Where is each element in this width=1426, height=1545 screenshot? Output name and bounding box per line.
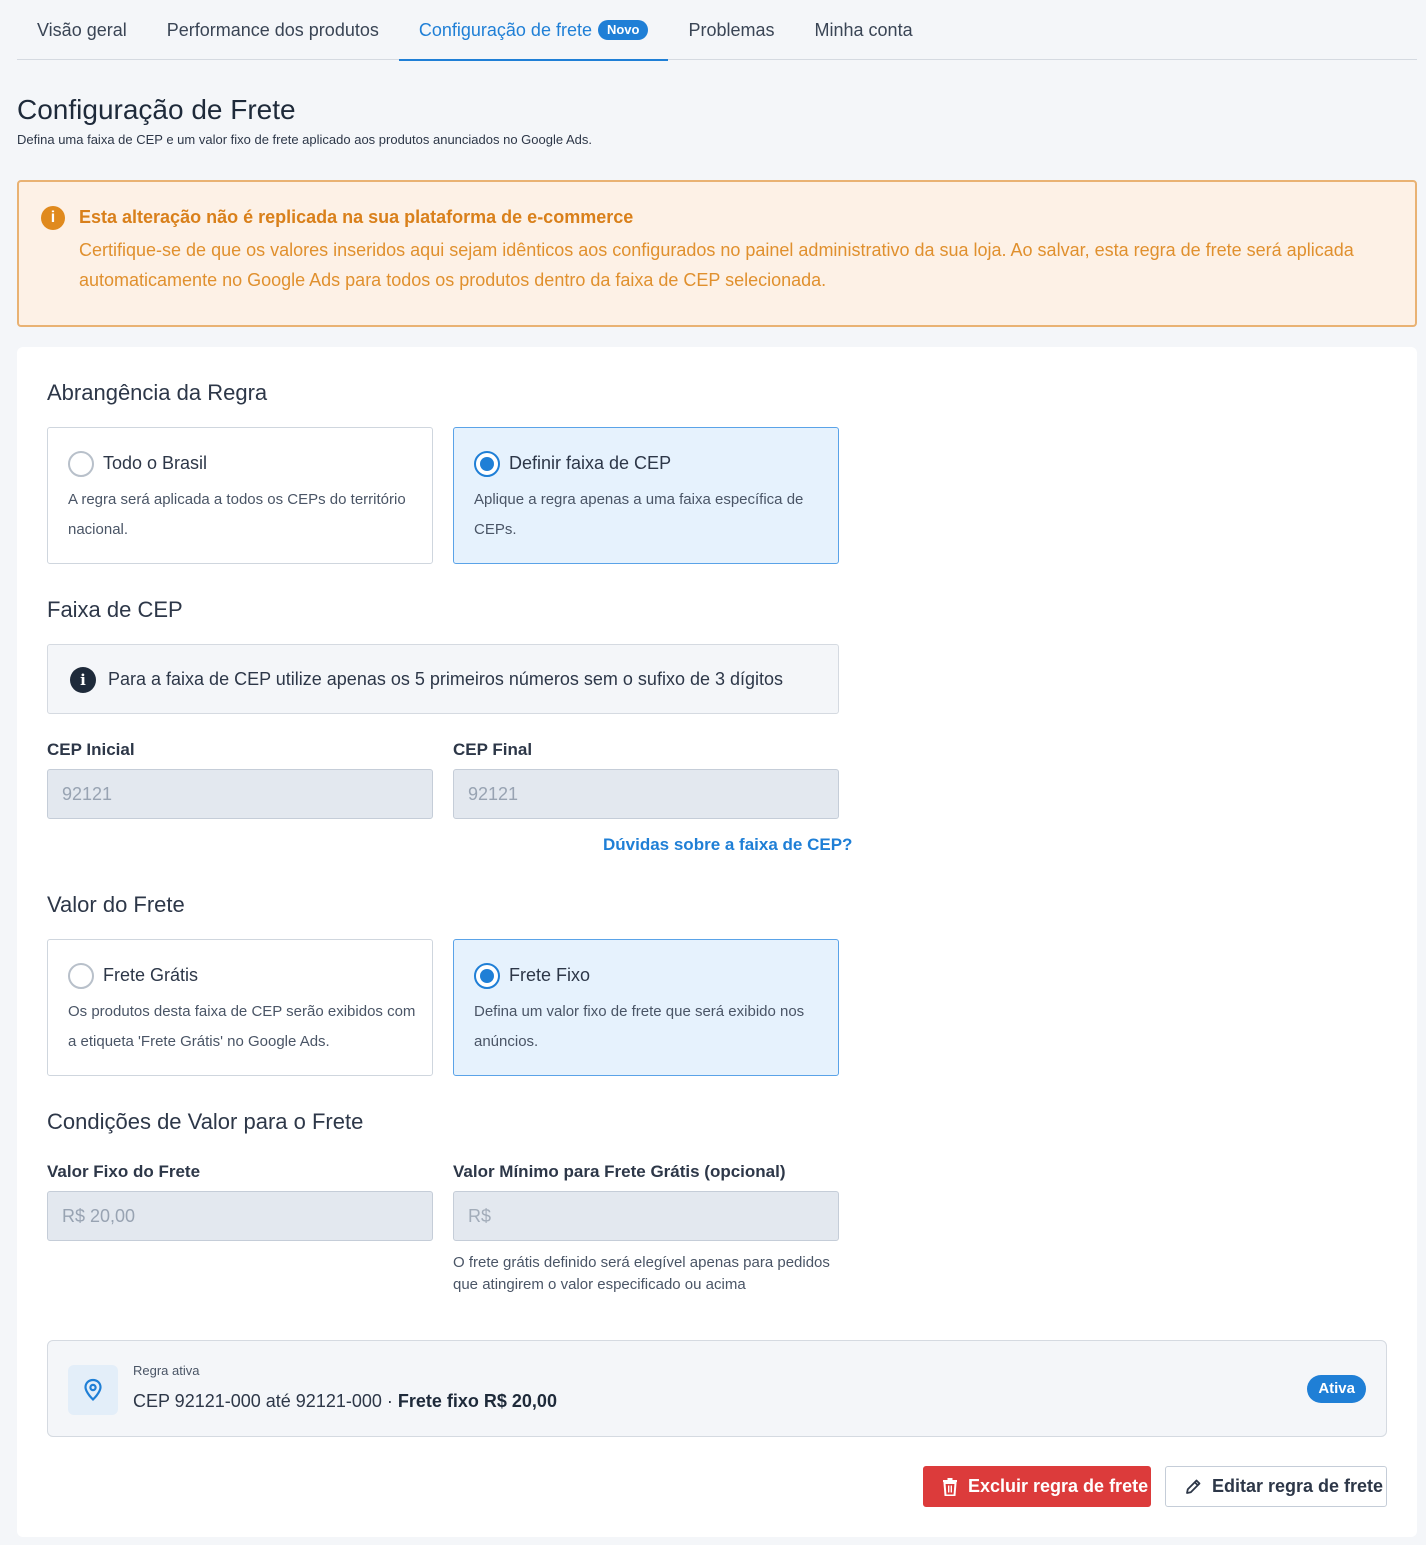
option-label: Todo o Brasil [103, 453, 208, 473]
tab-my-account[interactable]: Minha conta [795, 0, 933, 60]
fixed-value-input[interactable] [47, 1191, 433, 1241]
tab-problems[interactable]: Problemas [668, 0, 794, 60]
tab-label: Performance dos produtos [166, 19, 379, 40]
min-value-label: Valor Mínimo para Frete Grátis (opcional… [453, 1162, 786, 1181]
tab-overview[interactable]: Visão geral [17, 0, 147, 60]
cep-end-input[interactable] [453, 769, 839, 819]
min-value-helper: O frete grátis definido será elegível ap… [453, 1254, 830, 1293]
active-rule-range: CEP 92121-000 até 92121-000 · [133, 1391, 398, 1411]
freight-option-fixed[interactable]: Frete Fixo Defina um valor fixo de frete… [453, 939, 839, 1076]
scope-section-title: Abrangência da Regra [47, 380, 268, 405]
tab-label: Problemas [688, 19, 775, 40]
info-icon: i [70, 667, 96, 693]
shipping-rule-card: Abrangência da Regra Todo o Brasil A reg… [17, 347, 1417, 1537]
cep-info-box: i Para a faixa de CEP utilize apenas os … [47, 644, 839, 714]
delete-rule-button[interactable]: Excluir regra de frete [923, 1466, 1151, 1507]
tab-label: Minha conta [814, 19, 913, 40]
warning-title: Esta alteração não é replicada na sua pl… [79, 207, 634, 227]
page-title: Configuração de Frete [17, 94, 296, 125]
option-label: Frete Grátis [103, 965, 199, 985]
tab-label: Configuração de frete [418, 19, 592, 40]
radio-button-selected[interactable] [474, 451, 500, 477]
option-label: Definir faixa de CEP [509, 453, 672, 473]
fixed-value-label: Valor Fixo do Frete [47, 1162, 201, 1181]
radio-button[interactable] [68, 963, 94, 989]
tab-label: Visão geral [37, 19, 127, 40]
edit-rule-button[interactable]: Editar regra de frete [1165, 1466, 1387, 1507]
cep-start-input[interactable] [47, 769, 433, 819]
option-description: Os produtos desta faixa de CEP serão exi… [68, 1003, 416, 1050]
scope-option-cep-range[interactable]: Definir faixa de CEP Aplique a regra ape… [453, 427, 839, 564]
warning-alert: i Esta alteração não é replicada na sua … [17, 180, 1417, 327]
active-rule-text: CEP 92121-000 até 92121-000 · Frete fixo… [133, 1391, 557, 1412]
tab-product-performance[interactable]: Performance dos produtos [147, 0, 399, 60]
option-description: A regra será aplicada a todos os CEPs do… [68, 491, 406, 538]
freight-option-free[interactable]: Frete Grátis Os produtos desta faixa de … [47, 939, 433, 1076]
active-rule-summary: Regra ativa CEP 92121-000 até 92121-000 … [47, 1340, 1387, 1437]
min-value-input[interactable] [453, 1191, 839, 1241]
option-label: Frete Fixo [509, 965, 591, 985]
freight-section-title: Valor do Frete [47, 892, 185, 917]
cep-end-label: CEP Final [453, 740, 533, 759]
active-rule-price: Frete fixo R$ 20,00 [397, 1391, 557, 1411]
status-badge: Ativa [1307, 1375, 1366, 1403]
delete-button-label: Excluir regra de frete [968, 1476, 1149, 1496]
option-description: Defina um valor fixo de frete que será e… [474, 1003, 805, 1050]
option-description: Aplique a regra apenas a uma faixa espec… [474, 491, 804, 538]
edit-button-label: Editar regra de frete [1212, 1476, 1384, 1496]
warning-text: Certifique-se de que os valores inserido… [79, 240, 1354, 290]
active-rule-caption: Regra ativa [133, 1363, 200, 1378]
radio-button-selected[interactable] [474, 963, 500, 989]
scope-option-all-brazil[interactable]: Todo o Brasil A regra será aplicada a to… [47, 427, 433, 564]
cep-start-label: CEP Inicial [47, 740, 135, 759]
conditions-section-title: Condições de Valor para o Frete [47, 1109, 364, 1134]
radio-button[interactable] [68, 451, 94, 477]
cep-info-text: Para a faixa de CEP utilize apenas os 5 … [108, 669, 784, 689]
tab-shipping-config[interactable]: Configuração de frete Novo [398, 0, 669, 61]
page-subtitle: Defina uma faixa de CEP e um valor fixo … [17, 132, 593, 147]
cep-help-link[interactable]: Dúvidas sobre a faixa de CEP? [603, 835, 852, 855]
tab-bar: Visão geral Performance dos produtos Con… [17, 0, 1417, 61]
pencil-icon [1184, 1478, 1202, 1496]
cep-section-title: Faixa de CEP [47, 597, 183, 622]
location-pin-icon [68, 1365, 118, 1415]
new-badge: Novo [597, 20, 649, 40]
info-warning-icon: i [41, 206, 65, 230]
trash-icon [942, 1477, 958, 1496]
